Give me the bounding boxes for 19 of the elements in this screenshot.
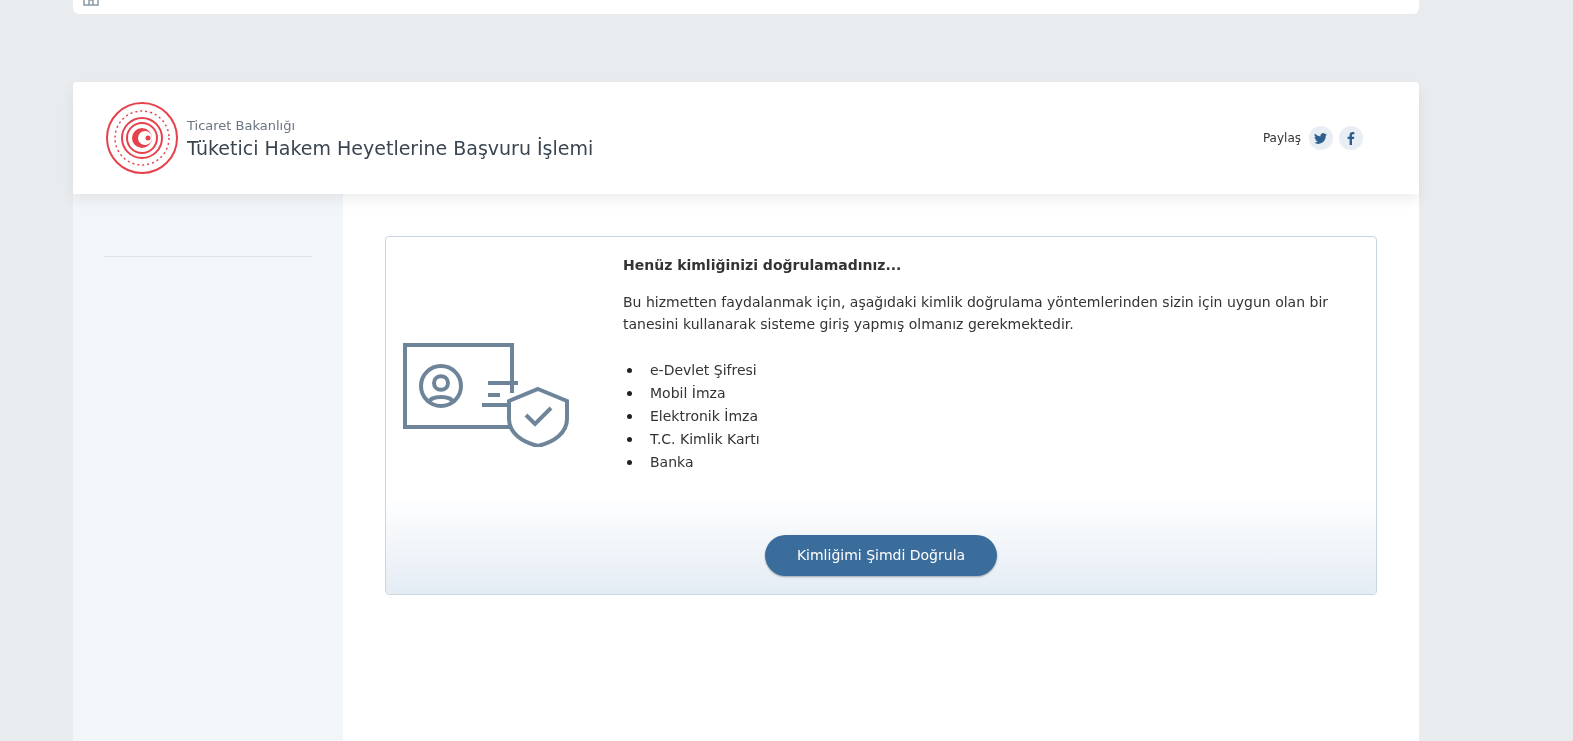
bullet-icon: [627, 414, 632, 419]
method-item: Mobil İmza: [650, 384, 726, 403]
method-item: Banka: [650, 453, 694, 472]
id-card-shield-icon: [403, 343, 571, 447]
bullet-icon: [627, 460, 632, 465]
bullet-icon: [627, 391, 632, 396]
page-title: Tüketici Hakem Heyetlerine Başvuru İşlemi: [187, 136, 594, 159]
verify-button[interactable]: Kimliğimi Şimdi Doğrula: [765, 534, 997, 576]
notice-text: Bu hizmetten faydalanmak için, aşağıdaki kimlik doğrulama yöntemlerinden sizin için uygun olan bir tanesini kullanarak sisteme giriş yapmış olmanız gerekmektedir.: [623, 293, 1330, 334]
ministry-name: Ticaret Bakanlığı: [187, 117, 297, 133]
share-label: Paylaş: [1262, 131, 1301, 145]
method-item: Elektronik İmza: [650, 407, 758, 426]
bullet-icon: [627, 437, 632, 442]
bird-icon[interactable]: [1309, 126, 1333, 150]
method-item: e-Devlet Şifresi: [650, 361, 757, 380]
facebook-f-icon[interactable]: [1339, 126, 1363, 150]
notice-heading: Henüz kimliğinizi doğrulamadınız...: [623, 257, 903, 273]
bullet-icon: [627, 368, 632, 373]
method-item: T.C. Kimlik Kartı: [650, 430, 760, 449]
